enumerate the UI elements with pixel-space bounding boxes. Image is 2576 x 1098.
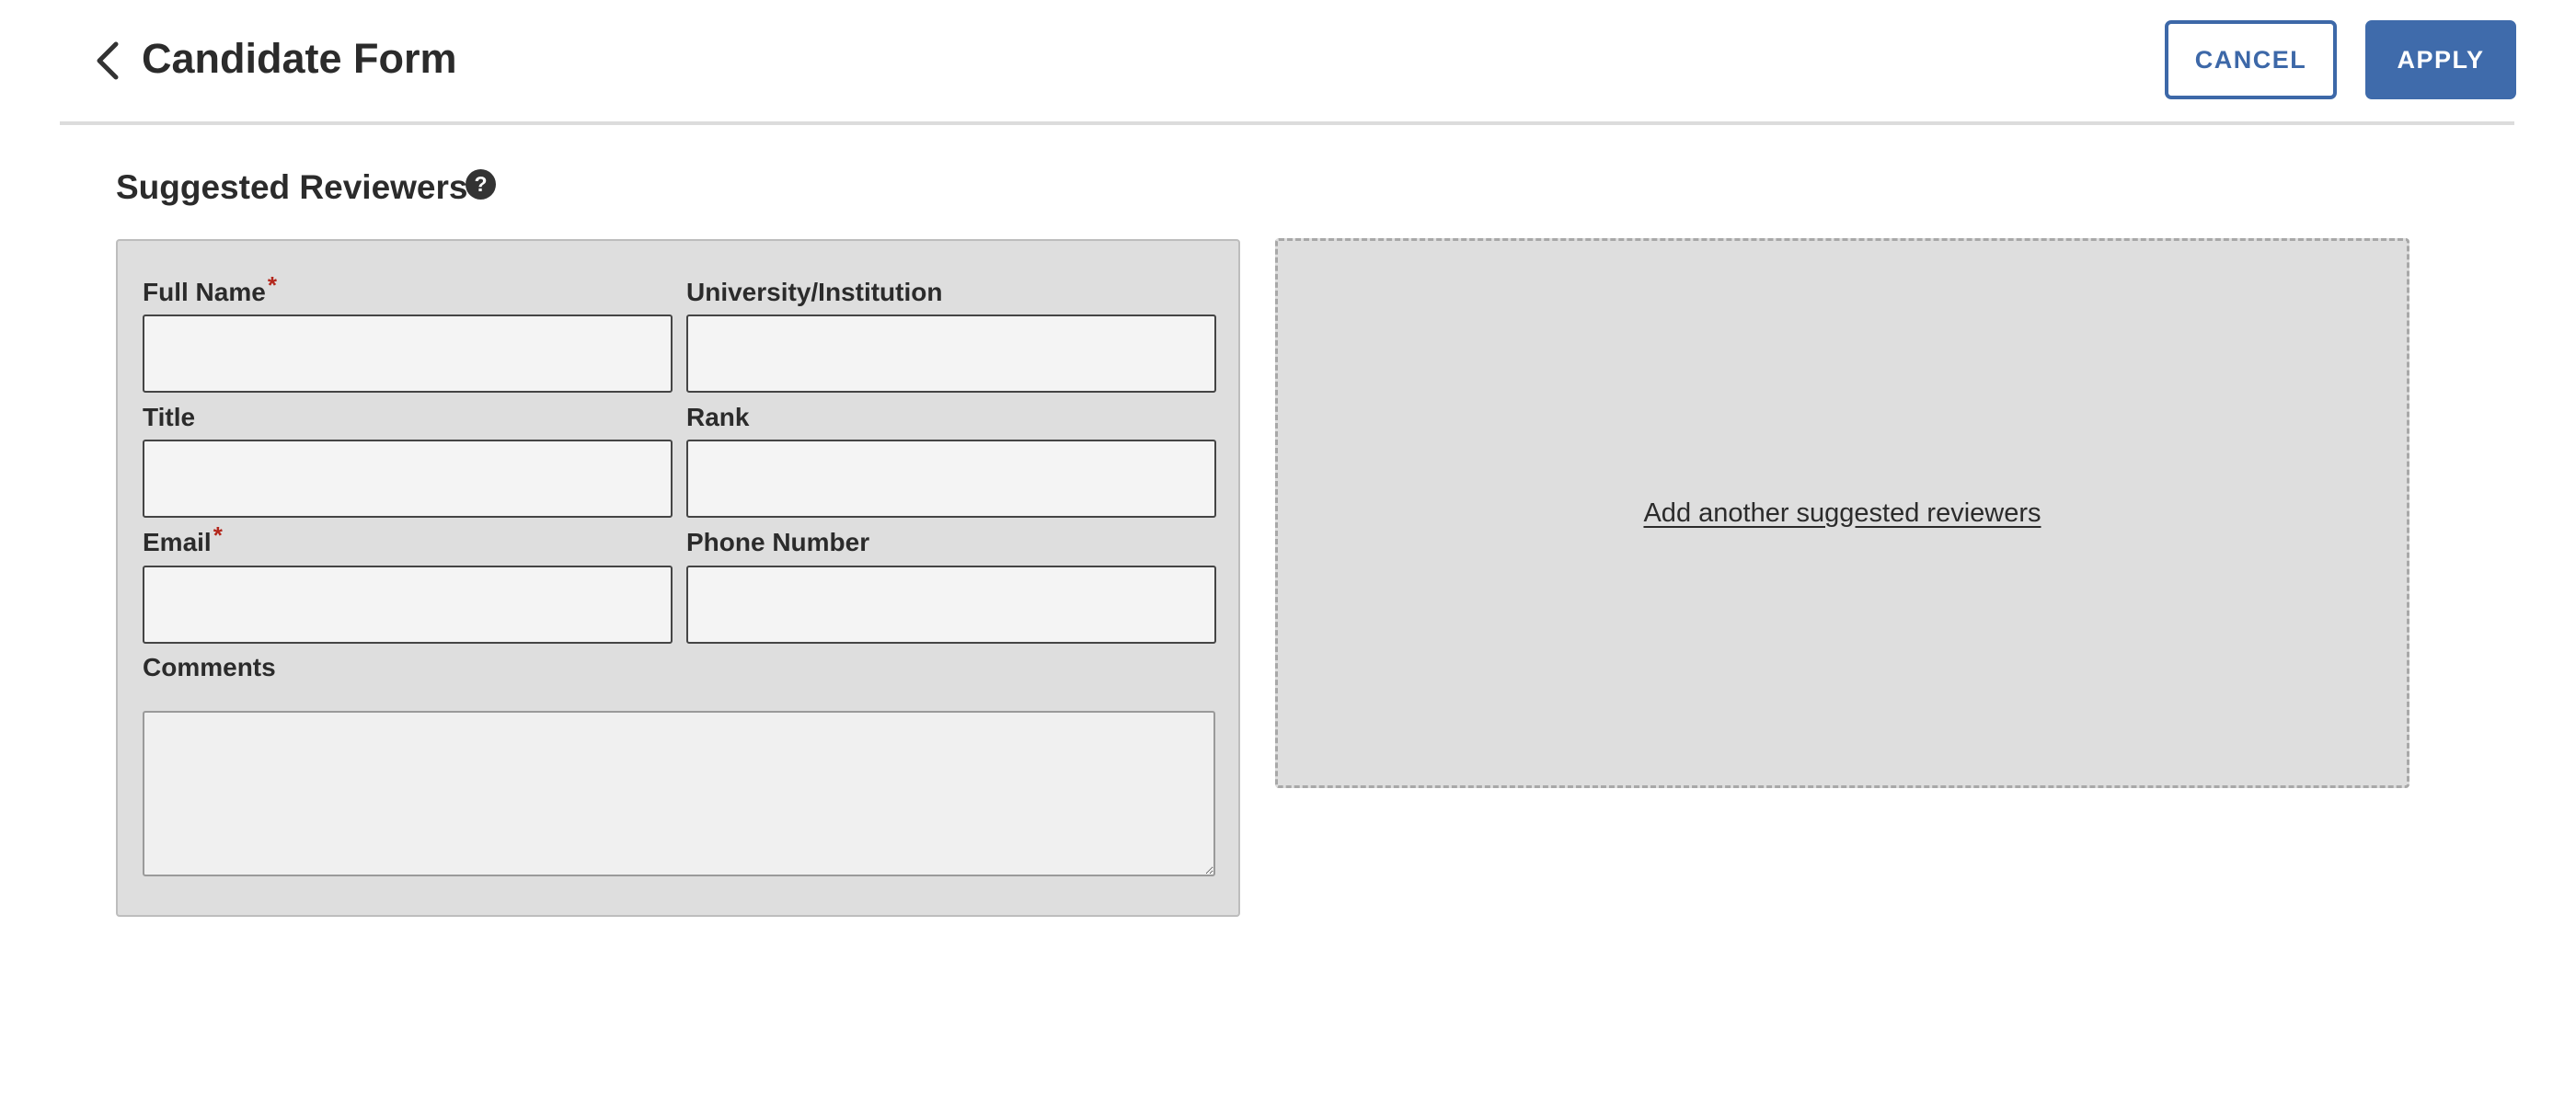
help-icon[interactable]: ? [466,169,496,200]
chevron-left-icon [97,41,119,80]
institution-input[interactable] [686,315,1216,393]
phone-input[interactable] [686,566,1216,644]
email-label: Email* [143,521,223,556]
back-button[interactable] [80,37,135,85]
email-input[interactable] [143,566,673,644]
institution-label: University/Institution [686,278,943,306]
comments-textarea[interactable] [143,711,1215,876]
page-header: Candidate Form CANCEL APPLY [60,0,2516,125]
rank-input[interactable] [686,440,1216,518]
reviewer-form-card: Full Name* University/Institution Title … [116,239,1240,917]
add-reviewer-dropzone[interactable]: Add another suggested reviewers [1275,238,2409,788]
rank-label: Rank [686,403,750,431]
section-title: Suggested Reviewers [116,168,468,206]
apply-button[interactable]: APPLY [2365,20,2516,99]
cancel-button[interactable]: CANCEL [2165,20,2337,99]
comments-label: Comments [143,653,276,681]
full-name-input[interactable] [143,315,673,393]
add-reviewer-link[interactable]: Add another suggested reviewers [1643,498,2041,529]
title-input[interactable] [143,440,673,518]
phone-label: Phone Number [686,528,870,556]
required-marker: * [213,521,223,549]
title-label: Title [143,403,196,431]
full-name-label: Full Name* [143,271,277,306]
required-marker: * [267,271,277,299]
page-title: Candidate Form [142,35,457,82]
